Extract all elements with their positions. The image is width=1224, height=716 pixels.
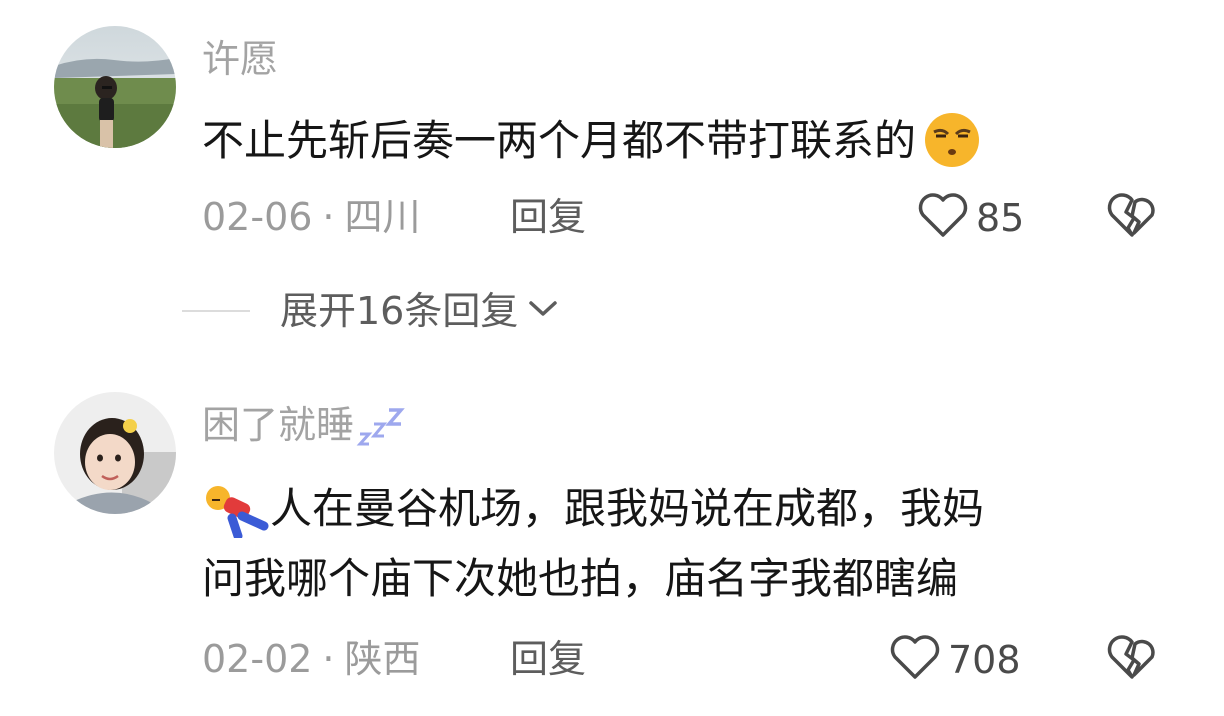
expand-replies[interactable]: 展开16条回复	[182, 292, 558, 330]
reply-button[interactable]: 回复	[510, 198, 586, 236]
comment-date: 02-06	[202, 195, 313, 239]
username[interactable]: 困了就睡	[202, 406, 406, 456]
comment-location: 陕西	[344, 637, 421, 681]
dislike-button[interactable]	[1106, 634, 1158, 684]
comment-text-line: 不止先斩后奏一两个月都不带打联系的	[202, 116, 917, 165]
like-button[interactable]: 85	[918, 192, 1024, 244]
sleeping-figure-emoji	[202, 478, 270, 545]
heart-icon	[890, 634, 940, 686]
like-count: 85	[976, 196, 1025, 240]
comment-text-content: 人在曼谷机场，跟我妈说在成都，我妈	[270, 484, 985, 533]
heart-icon	[918, 192, 968, 244]
comment-meta: 02-02 · 陕西	[202, 640, 421, 678]
zzz-sleep-icon	[356, 406, 406, 456]
avatar[interactable]	[54, 392, 176, 514]
like-button[interactable]: 708	[890, 634, 1021, 686]
separator: ·	[322, 195, 335, 239]
smirk-face-emoji	[920, 112, 984, 175]
like-count: 708	[948, 638, 1021, 682]
username[interactable]: 许愿	[202, 40, 278, 78]
comment-text-line-2: 问我哪个庙下次她也拍，庙名字我都瞎编	[202, 554, 959, 603]
comment-location: 四川	[344, 195, 421, 239]
avatar[interactable]	[54, 26, 176, 148]
username-text: 困了就睡	[202, 403, 355, 447]
chevron-down-icon	[528, 299, 558, 323]
separator: ·	[322, 637, 335, 681]
reply-button[interactable]: 回复	[510, 640, 586, 678]
expand-replies-label: 展开16条回复	[280, 289, 519, 333]
comment-date: 02-02	[202, 637, 313, 681]
comment-item: 许愿 不止先斩后奏一两个月都不带打联系的 02-06 · 四川 回复 85	[0, 0, 1224, 290]
comment-text: 人在曼谷机场，跟我妈说在成都，我妈 问我哪个庙下次她也拍，庙名字我都瞎编	[202, 478, 984, 638]
comment-meta: 02-06 · 四川	[202, 198, 421, 236]
divider-line	[182, 310, 250, 312]
dislike-button[interactable]	[1106, 192, 1158, 242]
comment-item: 困了就睡 人在曼谷机场，跟我妈说在成都，我妈 问我哪个庙下次她也拍，庙名字我都瞎…	[0, 380, 1224, 716]
comment-text-line-1: 人在曼谷机场，跟我妈说在成都，我妈	[202, 478, 984, 558]
broken-heart-icon	[1106, 193, 1158, 242]
broken-heart-icon	[1106, 635, 1158, 684]
comment-text: 不止先斩后奏一两个月都不带打联系的	[202, 112, 984, 175]
